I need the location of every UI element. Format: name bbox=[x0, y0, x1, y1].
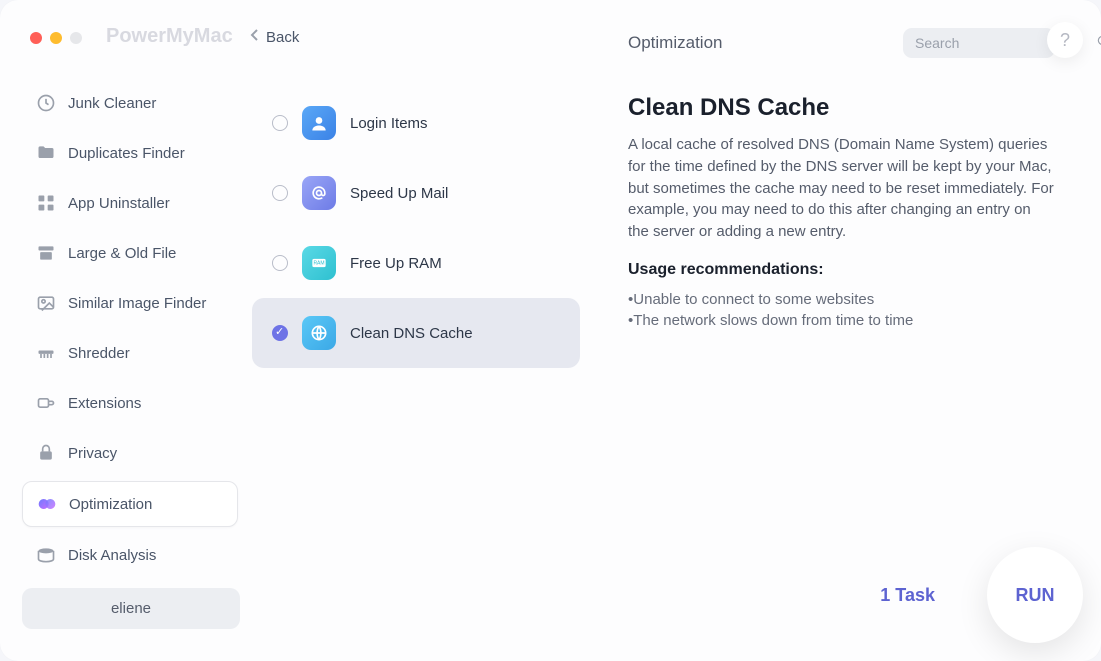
task-count: 1 Task bbox=[880, 585, 935, 606]
lock-icon bbox=[36, 443, 56, 463]
sidebar-item-extensions[interactable]: Extensions bbox=[22, 381, 238, 425]
sidebar-item-label: Large & Old File bbox=[68, 245, 176, 262]
sidebar-item-label: Privacy bbox=[68, 445, 117, 462]
sidebar-item-shredder[interactable]: Shredder bbox=[22, 331, 238, 375]
sidebar-item-junk-cleaner[interactable]: Junk Cleaner bbox=[22, 81, 238, 125]
radio-unchecked-icon[interactable] bbox=[272, 255, 288, 271]
detail-title: Clean DNS Cache bbox=[628, 94, 1055, 122]
option-free-up-ram[interactable]: RAM Free Up RAM bbox=[252, 228, 580, 298]
sidebar-item-large-old-file[interactable]: Large & Old File bbox=[22, 231, 238, 275]
sidebar-item-label: Optimization bbox=[69, 496, 152, 513]
option-list: Login Items Speed Up Mail RAM Free Up RA… bbox=[250, 0, 580, 661]
folder-icon bbox=[36, 143, 56, 163]
chevron-left-icon bbox=[250, 28, 260, 46]
ram-chip-icon: RAM bbox=[302, 246, 336, 280]
at-sign-icon bbox=[302, 176, 336, 210]
help-button[interactable]: ? bbox=[1047, 22, 1083, 58]
user-account-button[interactable]: eliene bbox=[22, 588, 240, 629]
run-label: RUN bbox=[1016, 585, 1055, 606]
option-label: Speed Up Mail bbox=[350, 185, 448, 202]
svg-text:RAM: RAM bbox=[313, 261, 324, 267]
radio-checked-icon[interactable] bbox=[272, 325, 288, 341]
sidebar-item-app-uninstaller[interactable]: App Uninstaller bbox=[22, 181, 238, 225]
sidebar-item-label: Junk Cleaner bbox=[68, 95, 156, 112]
archive-icon bbox=[36, 243, 56, 263]
sidebar-item-duplicates-finder[interactable]: Duplicates Finder bbox=[22, 131, 238, 175]
sidebar-item-label: Shredder bbox=[68, 345, 130, 362]
sidebar: Junk Cleaner Duplicates Finder App Unins… bbox=[0, 0, 250, 661]
sidebar-item-label: Duplicates Finder bbox=[68, 145, 185, 162]
sidebar-item-label: Similar Image Finder bbox=[68, 295, 206, 312]
sidebar-item-label: Extensions bbox=[68, 395, 141, 412]
detail-description: A local cache of resolved DNS (Domain Na… bbox=[628, 134, 1055, 243]
image-icon bbox=[36, 293, 56, 313]
sidebar-item-label: App Uninstaller bbox=[68, 195, 170, 212]
usage-item: •The network slows down from time to tim… bbox=[628, 310, 1055, 331]
usage-list: •Unable to connect to some websites •The… bbox=[628, 289, 1055, 331]
sidebar-item-privacy[interactable]: Privacy bbox=[22, 431, 238, 475]
sidebar-item-disk-analysis[interactable]: Disk Analysis bbox=[22, 533, 238, 577]
sidebar-item-optimization[interactable]: Optimization bbox=[22, 481, 238, 527]
gauge-icon bbox=[36, 93, 56, 113]
back-button[interactable]: Back bbox=[250, 28, 299, 46]
search-icon bbox=[1096, 34, 1101, 53]
run-button[interactable]: RUN bbox=[987, 547, 1083, 643]
radio-unchecked-icon[interactable] bbox=[272, 185, 288, 201]
usage-title: Usage recommendations: bbox=[628, 261, 1055, 279]
dns-globe-icon bbox=[302, 316, 336, 350]
section-title: Optimization bbox=[628, 33, 722, 53]
optimization-icon bbox=[37, 494, 57, 514]
option-clean-dns-cache[interactable]: Clean DNS Cache bbox=[252, 298, 580, 368]
disk-icon bbox=[36, 545, 56, 565]
radio-unchecked-icon[interactable] bbox=[272, 115, 288, 131]
back-label: Back bbox=[266, 29, 299, 46]
user-circle-icon bbox=[302, 106, 336, 140]
option-label: Free Up RAM bbox=[350, 255, 442, 272]
option-speed-up-mail[interactable]: Speed Up Mail bbox=[252, 158, 580, 228]
usage-item: •Unable to connect to some websites bbox=[628, 289, 1055, 310]
question-mark-icon: ? bbox=[1060, 30, 1070, 51]
user-name: eliene bbox=[111, 600, 151, 617]
search-box[interactable] bbox=[903, 28, 1055, 58]
option-label: Clean DNS Cache bbox=[350, 325, 473, 342]
sidebar-item-label: Disk Analysis bbox=[68, 547, 156, 564]
extensions-icon bbox=[36, 393, 56, 413]
option-login-items[interactable]: Login Items bbox=[252, 88, 580, 158]
option-label: Login Items bbox=[350, 115, 428, 132]
sidebar-item-similar-image-finder[interactable]: Similar Image Finder bbox=[22, 281, 238, 325]
shredder-icon bbox=[36, 343, 56, 363]
grid-icon bbox=[36, 193, 56, 213]
